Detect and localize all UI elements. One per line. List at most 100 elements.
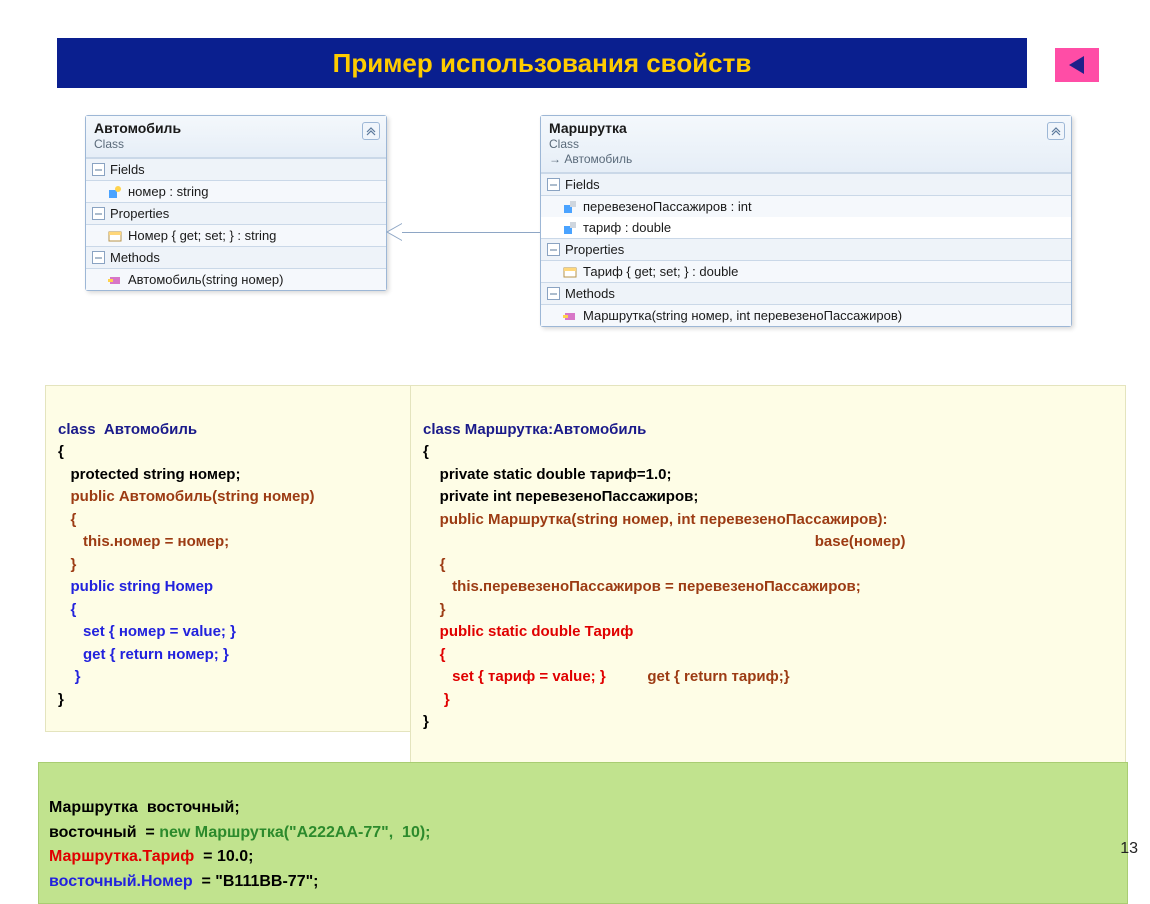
uml-section-methods[interactable]: Methods [86, 246, 386, 269]
uml-field: тариф : double [583, 220, 671, 235]
code-line: get { return тариф;} [606, 668, 790, 685]
code-line: { [58, 511, 76, 528]
code-line: Автомобиль(string номер) [115, 488, 315, 505]
page-title: Пример использования свойств [333, 48, 752, 79]
uml-section-methods[interactable]: Methods [541, 282, 1071, 305]
uml-class-name: Автомобиль [94, 120, 378, 136]
title-bar: Пример использования свойств [57, 38, 1027, 88]
uml-section-label: Fields [565, 177, 600, 192]
inheritance-line [400, 232, 540, 233]
field-icon [108, 185, 122, 199]
uml-field-row: тариф : double [541, 217, 1071, 238]
triangle-left-icon [1066, 54, 1088, 76]
code-line: восточный.Номер [49, 873, 193, 890]
code-line: } [423, 691, 450, 708]
field-icon [563, 221, 577, 235]
uml-section-properties[interactable]: Properties [541, 238, 1071, 261]
uml-section-fields[interactable]: Fields [86, 158, 386, 181]
code-line: class Маршрутка:Автомобиль [423, 421, 646, 438]
code-line: new [159, 824, 190, 841]
code-line: Тариф [581, 623, 634, 640]
uml-property: Номер { get; set; } : string [128, 228, 276, 243]
chevron-up-icon[interactable] [362, 122, 380, 140]
uml-section-label: Fields [110, 162, 145, 177]
uml-section-label: Methods [110, 250, 160, 265]
uml-method-row: Автомобиль(string номер) [86, 269, 386, 290]
code-line: } [423, 713, 429, 730]
code-line: } [423, 601, 446, 618]
uml-stereotype: Class [549, 137, 1063, 151]
code-line: Маршрутка восточный; [49, 799, 240, 816]
uml-field-row: номер : string [86, 181, 386, 202]
code-line: private static double тариф=1.0; [423, 466, 672, 483]
uml-method: Маршрутка(string номер, int перевезеноПа… [583, 308, 902, 323]
code-line: = 10.0; [194, 848, 253, 865]
uml-field: номер : string [128, 184, 208, 199]
code-line: private int перевезеноПассажиров; [423, 488, 698, 505]
uml-prop-row: Тариф { get; set; } : double [541, 261, 1071, 282]
code-line: Маршрутка.Тариф [49, 848, 194, 865]
uml-section-label: Methods [565, 286, 615, 301]
minus-icon [92, 163, 105, 176]
code-line: восточный = [49, 824, 159, 841]
back-button[interactable] [1055, 48, 1099, 82]
uml-property: Тариф { get; set; } : double [583, 264, 738, 279]
code-block-marshrutka: class Маршрутка:Автомобиль { private sta… [410, 385, 1126, 767]
uml-class-marshrutka: Маршрутка Class → Автомобиль Fields пере… [540, 115, 1072, 327]
uml-header: Маршрутка Class → Автомобиль [541, 116, 1071, 173]
property-icon [563, 265, 577, 279]
minus-icon [92, 207, 105, 220]
code-line: } [58, 556, 76, 573]
minus-icon [92, 251, 105, 264]
method-icon [108, 273, 122, 287]
uml-section-label: Properties [565, 242, 624, 257]
uml-section-fields[interactable]: Fields [541, 173, 1071, 196]
uml-field: перевезеноПассажиров : int [583, 199, 752, 214]
code-line: Маршрутка("А222АА-77", 10); [190, 824, 430, 841]
uml-stereotype: Class [94, 137, 378, 151]
uml-base-class: → Автомобиль [549, 152, 1063, 166]
inheritance-arrow-fill [388, 224, 402, 240]
uml-method-row: Маршрутка(string номер, int перевезеноПа… [541, 305, 1071, 326]
uml-class-name: Маршрутка [549, 120, 1063, 136]
minus-icon [547, 287, 560, 300]
page-number: 13 [1120, 840, 1138, 858]
minus-icon [547, 243, 560, 256]
uml-field-row: перевезеноПассажиров : int [541, 196, 1071, 217]
chevron-up-icon[interactable] [1047, 122, 1065, 140]
code-line: set { номер = value; } [58, 623, 236, 640]
code-line: public [58, 488, 115, 505]
code-line: this.перевезеноПассажиров = перевезеноПа… [423, 578, 861, 595]
uml-section-properties[interactable]: Properties [86, 202, 386, 225]
code-line: get { return номер; } [58, 646, 229, 663]
uml-header: Автомобиль Class [86, 116, 386, 158]
minus-icon [547, 178, 560, 191]
code-line: { [58, 601, 76, 618]
code-line: public static double [423, 623, 581, 640]
field-icon [563, 200, 577, 214]
uml-class-auto: Автомобиль Class Fields номер : string P… [85, 115, 387, 291]
code-line: base(номер) [423, 533, 906, 550]
code-line: } [58, 691, 64, 708]
code-line: set { тариф = value; } [423, 668, 606, 685]
code-line: { [423, 556, 446, 573]
uml-method: Автомобиль(string номер) [128, 272, 283, 287]
code-line: public string [58, 578, 161, 595]
code-line: { [423, 646, 446, 663]
code-line: Маршрутка(string номер, int перевезеноПа… [484, 511, 888, 528]
code-line: Номер [161, 578, 214, 595]
code-line: = "В111ВВ-77"; [193, 873, 319, 890]
code-line: } [58, 668, 81, 685]
uml-section-label: Properties [110, 206, 169, 221]
code-line: protected string номер; [58, 466, 240, 483]
code-line: class Автомобиль [58, 421, 197, 438]
method-icon [563, 309, 577, 323]
property-icon [108, 229, 122, 243]
code-block-auto: class Автомобиль { protected string номе… [45, 385, 411, 732]
code-block-usage: Маршрутка восточный; восточный = new Мар… [38, 762, 1128, 904]
uml-prop-row: Номер { get; set; } : string [86, 225, 386, 246]
code-line: { [58, 443, 64, 460]
code-line: this.номер = номер; [58, 533, 229, 550]
code-line: { [423, 443, 429, 460]
code-line: public [423, 511, 484, 528]
